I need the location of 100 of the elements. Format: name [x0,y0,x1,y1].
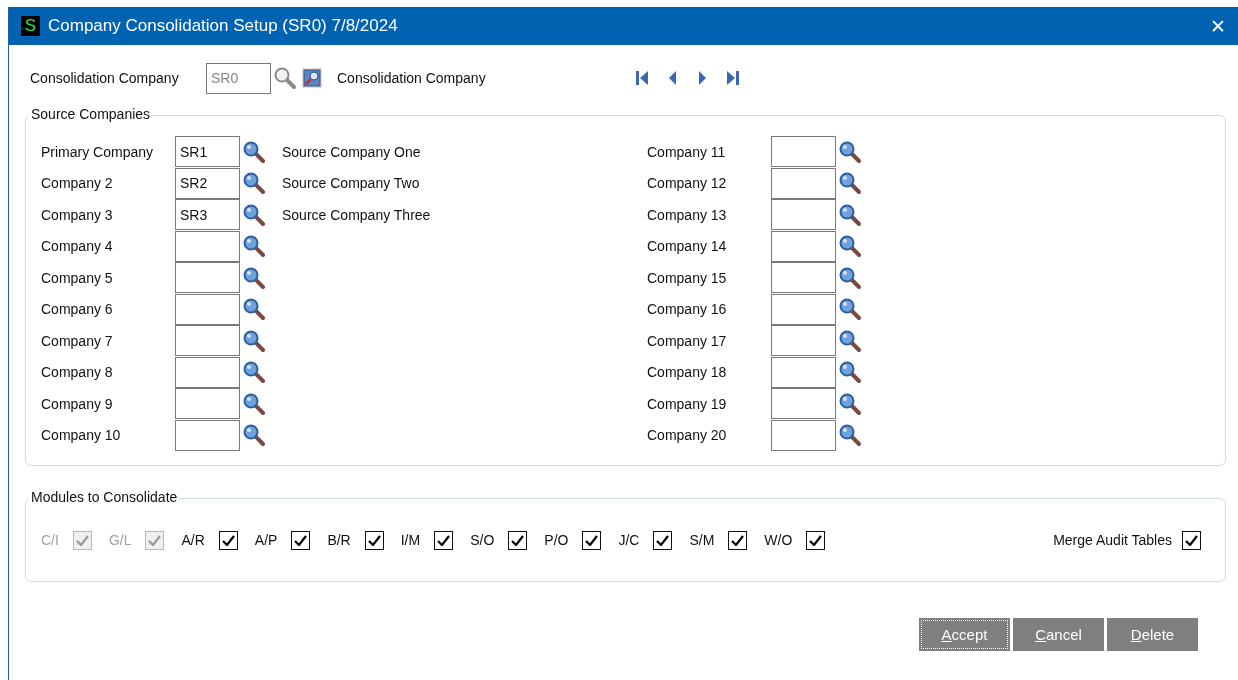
search-icon[interactable] [838,391,862,416]
module-label: I/M [400,532,421,548]
module-label: S/O [470,532,495,548]
module-checkbox[interactable] [806,530,826,550]
close-button[interactable]: ✕ [1198,7,1238,45]
module-label: S/M [689,532,715,548]
company-label: Company 2 [41,175,114,192]
search-icon[interactable] [838,297,862,322]
company-label: Company 5 [41,269,114,286]
company-code-field[interactable] [175,419,240,451]
search-icon[interactable] [838,171,862,196]
company-label: Company 15 [647,269,728,286]
search-icon[interactable] [242,234,266,259]
merge-label: Merge Audit Tables [1053,532,1172,548]
search-icon[interactable] [838,265,862,290]
module-checkbox[interactable] [653,530,673,550]
module-checkbox[interactable] [291,530,311,550]
company-label: Company 10 [41,427,122,444]
company-label: Company 9 [41,395,114,412]
search-icon[interactable] [242,171,266,196]
company-label: Company 3 [41,206,114,223]
module-checkbox[interactable] [582,530,602,550]
search-icon[interactable] [242,423,266,448]
company-code-field[interactable] [175,388,240,420]
module-label: A/P [254,532,278,548]
company-name: Source Company Two [282,175,420,192]
company-label: Company 18 [647,364,728,381]
module-checkbox[interactable] [508,530,528,550]
company-code-field[interactable] [771,325,836,357]
company-code-field[interactable] [175,356,240,388]
search-icon[interactable] [838,202,862,227]
module-label: G/L [108,532,132,548]
search-icon[interactable] [273,66,297,90]
lookup-icon[interactable] [301,67,323,89]
module-label: C/I [41,532,59,548]
consolidation-company-field[interactable]: SR0 [206,62,271,94]
last-record-icon[interactable] [725,69,741,87]
company-code-field[interactable]: SR3 [175,199,240,231]
search-icon[interactable] [838,234,862,259]
company-code-field[interactable] [771,262,836,294]
search-icon[interactable] [242,391,266,416]
company-code-field[interactable] [175,293,240,325]
dialog-button[interactable]: Delete [1107,618,1198,651]
search-icon[interactable] [838,423,862,448]
company-label: Company 14 [647,238,728,255]
company-label: Company 11 [647,143,727,160]
company-label: Company 12 [647,175,728,192]
company-name: Consolidation Company [337,70,487,86]
company-label: Company 7 [41,332,114,349]
search-icon[interactable] [242,328,266,353]
module-checkbox[interactable] [364,530,384,550]
company-label: Company 16 [647,301,728,318]
company-label: Company 6 [41,301,114,318]
module-checkbox[interactable] [434,530,454,550]
company-label: Company 17 [647,332,728,349]
search-icon[interactable] [242,360,266,385]
search-icon[interactable] [242,265,266,290]
search-icon[interactable] [838,360,862,385]
module-label: A/R [181,532,205,548]
search-icon[interactable] [838,328,862,353]
dialog-button[interactable]: Cancel [1013,618,1104,651]
group-title: Modules to Consolidate [29,489,180,505]
company-label: Company 19 [647,395,728,412]
field-label: Consolidation Company [30,70,180,86]
company-name: Source Company One [282,143,421,160]
company-code-field[interactable] [771,419,836,451]
first-record-icon[interactable] [635,69,651,87]
search-icon[interactable] [242,297,266,322]
company-name: Source Company Three [282,206,431,223]
company-code-field[interactable] [771,167,836,199]
company-label: Company 13 [647,206,728,223]
module-checkbox[interactable] [728,530,748,550]
company-code-field[interactable] [771,136,836,168]
merge-checkbox[interactable] [1182,530,1201,550]
module-label: B/R [327,532,351,548]
company-label: Company 4 [41,238,114,255]
group-title: Source Companies [29,106,153,122]
company-code-field[interactable] [771,388,836,420]
company-code-field[interactable]: SR2 [175,167,240,199]
company-code-field[interactable] [175,230,240,262]
company-code-field[interactable] [175,325,240,357]
company-label: Company 8 [41,364,114,381]
search-icon[interactable] [242,202,266,227]
company-code-field[interactable] [771,293,836,325]
search-icon[interactable] [838,139,862,164]
company-code-field[interactable] [771,199,836,231]
company-code-field[interactable] [771,356,836,388]
search-icon[interactable] [242,139,266,164]
dialog-button[interactable]: Accept [919,618,1010,651]
module-label: P/O [544,532,569,548]
module-checkbox[interactable] [218,530,238,550]
module-label: J/C [618,532,640,548]
module-label: W/O [764,532,793,548]
company-code-field[interactable]: SR1 [175,136,240,168]
app-logo: S [21,16,40,36]
company-label: Primary Company [41,143,155,160]
company-label: Company 20 [647,427,728,444]
window-title: Company Consolidation Setup (SR0) 7/8/2024 [48,16,399,36]
company-code-field[interactable] [175,262,240,294]
company-code-field[interactable] [771,230,836,262]
